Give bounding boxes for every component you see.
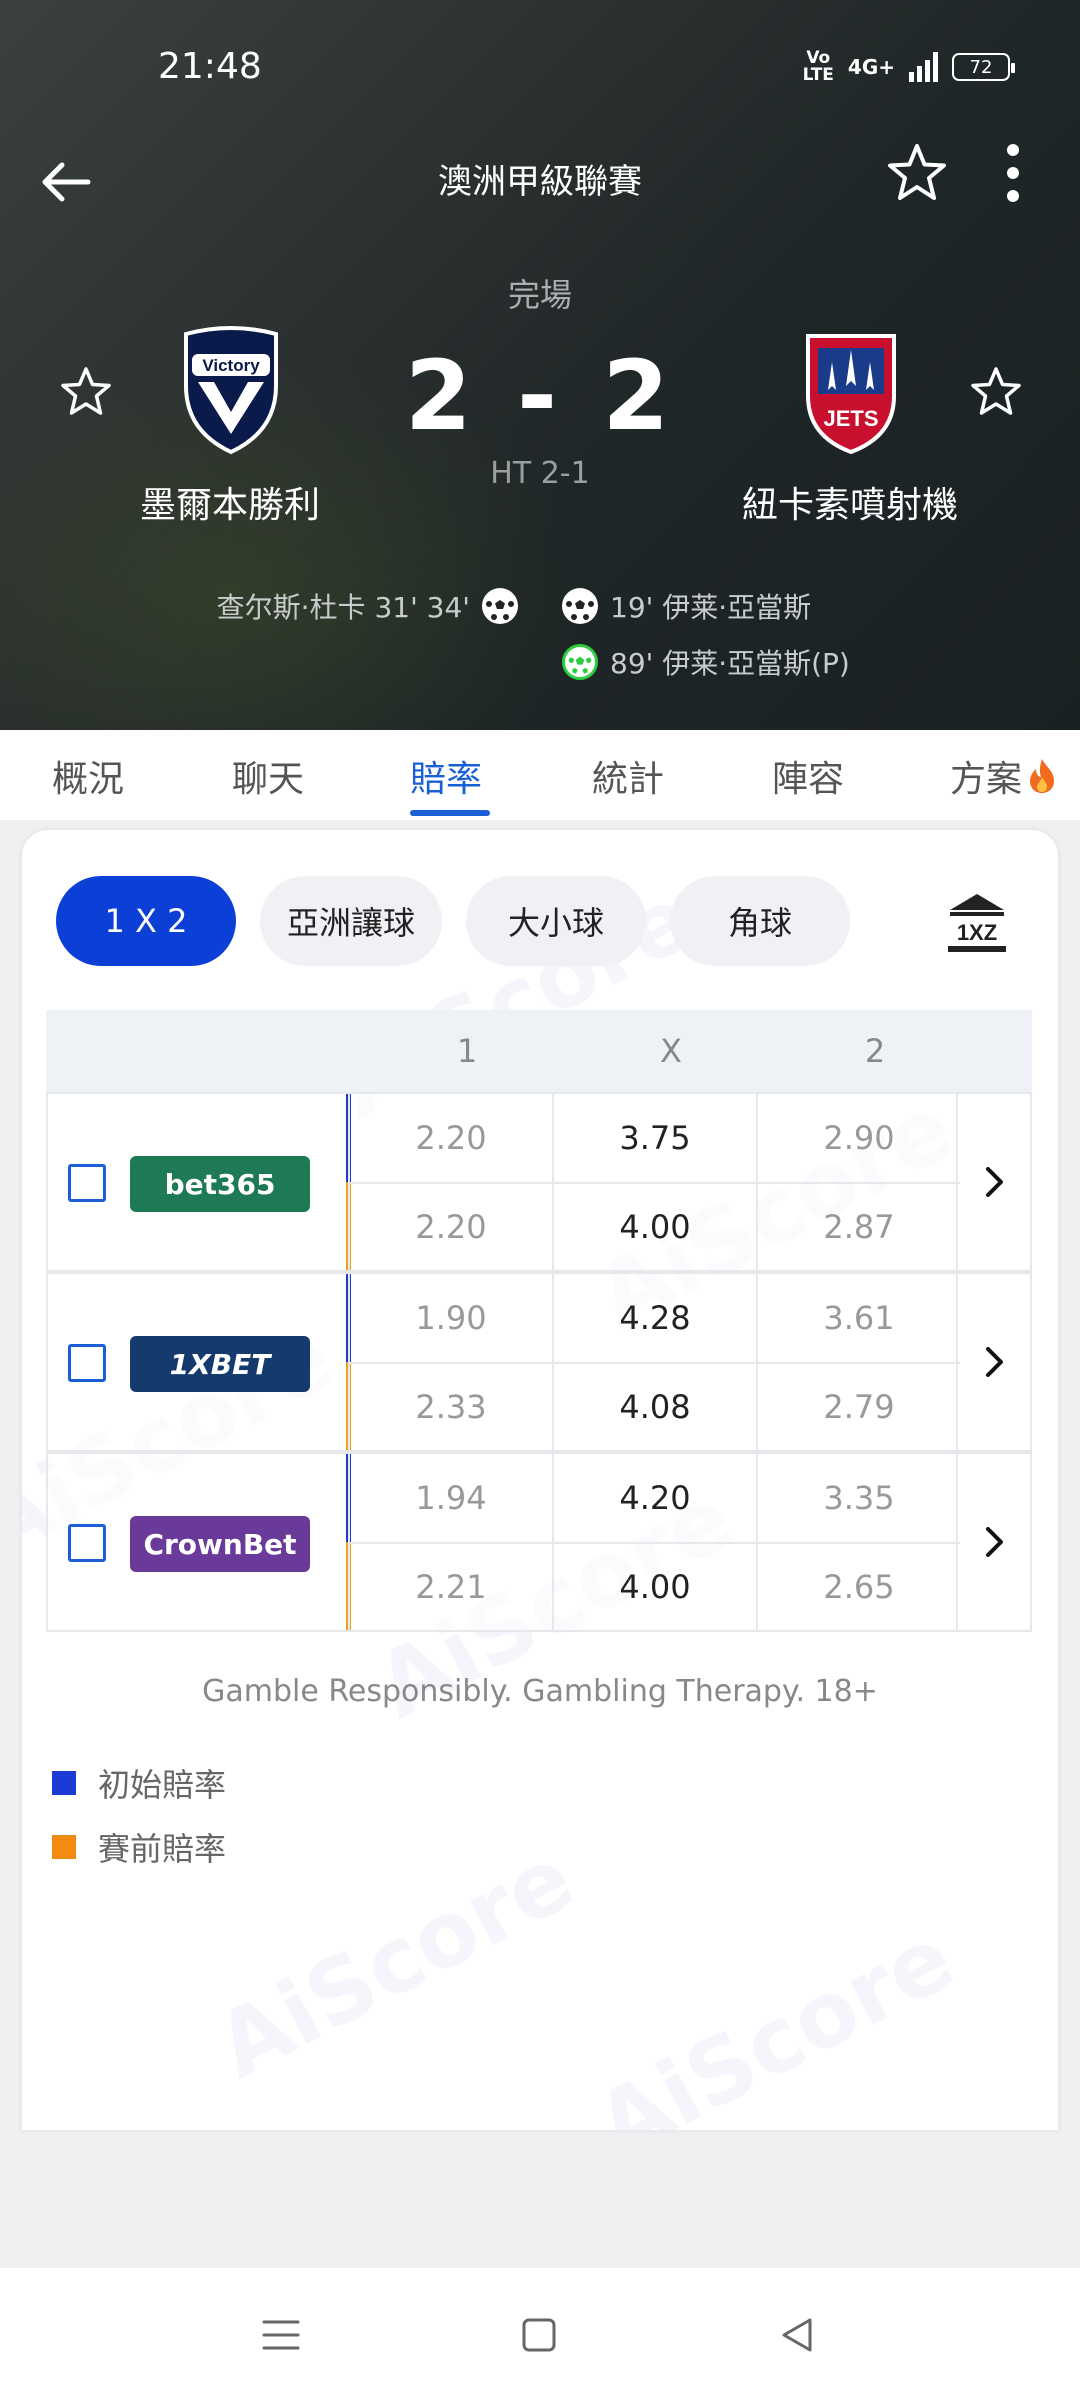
odds-card: AiScore AiScore AiScore AiScore AiScore … (22, 830, 1058, 2130)
odds-cell: 4.00 (552, 1182, 756, 1270)
home-event-text: 查尔斯·杜卡 31' 34' (216, 591, 470, 624)
chevron-right-icon[interactable] (956, 1454, 1032, 1630)
active-tab-indicator (410, 810, 490, 816)
network-label: 4G+ (847, 55, 895, 79)
tab-chat[interactable]: 聊天 (232, 750, 304, 802)
bookmaker-row-crownbet[interactable]: CrownBet 1.94 4.20 3.35 2.21 4.00 2.65 (46, 1452, 1032, 1632)
odds-cell: 3.35 (756, 1454, 960, 1542)
pill-1x2[interactable]: 1 X 2 (56, 876, 236, 966)
away-logo-text: JETS (823, 406, 878, 431)
fire-icon (1030, 759, 1055, 793)
tab-odds[interactable]: 賠率 (410, 750, 482, 802)
away-goal-event: 19' 伊莱·亞當斯 (562, 586, 811, 626)
menu-icon[interactable] (258, 2312, 304, 2358)
odds-cell: 4.00 (552, 1542, 756, 1630)
odds-cell: 4.08 (552, 1362, 756, 1450)
home-goal-event: 查尔斯·杜卡 31' 34' (217, 586, 518, 626)
odds-cell: 1.94 (348, 1454, 552, 1542)
odds-cell: 3.61 (756, 1274, 960, 1362)
legend-orange-square (52, 1835, 76, 1859)
away-team-logo[interactable]: JETS (796, 326, 906, 456)
col-home: 1 (456, 1032, 478, 1070)
battery-icon: 72 (952, 53, 1015, 81)
battery-level: 72 (969, 56, 993, 78)
odds-table-header: 1 X 2 (46, 1010, 1032, 1092)
odds-cell: 2.65 (756, 1542, 960, 1630)
away-team-name[interactable]: 紐卡素噴射機 (690, 476, 1010, 528)
top-app-bar: 澳洲甲級聯賽 (0, 140, 1080, 220)
chevron-right-icon[interactable] (956, 1094, 1032, 1270)
pill-over-under[interactable]: 大小球 (466, 876, 646, 966)
odds-cell: 2.90 (756, 1094, 960, 1182)
odds-cell: 2.79 (756, 1362, 960, 1450)
gambling-disclaimer[interactable]: Gamble Responsibly. Gambling Therapy. 18… (22, 1674, 1058, 1709)
watermark: AiScore (199, 1825, 590, 2100)
odds-cell: 4.28 (552, 1274, 756, 1362)
col-away: 2 (864, 1032, 886, 1070)
legend-pre-match-odds: 賽前賠率 (52, 1824, 226, 1870)
bookmaker-logo-1xbet: 1XBET (130, 1336, 310, 1392)
tab-tips[interactable]: 方案 (950, 750, 1058, 802)
system-navigation-bar (0, 2268, 1080, 2400)
bank-1x2-icon[interactable]: 1XZ (944, 890, 1010, 956)
away-event-text: 19' 伊莱·亞當斯 (610, 591, 812, 624)
soccer-ball-icon (482, 588, 518, 624)
penalty-ball-icon (562, 644, 598, 680)
match-header: 21:48 Vo LTE 4G+ 72 澳洲甲級聯賽 完場 2 - 2 HT 2-… (0, 0, 1080, 730)
back-triangle-icon[interactable] (774, 2312, 820, 2358)
tab-overview[interactable]: 概況 (52, 750, 124, 802)
bookmaker-logo-bet365: bet365 (130, 1156, 310, 1212)
legend-blue-square (52, 1771, 76, 1795)
home-square-icon[interactable] (516, 2312, 562, 2358)
match-tabs: 概況 聊天 賠率 統計 陣容 方案 (0, 730, 1080, 820)
odds-cell: 2.20 (348, 1094, 552, 1182)
away-penalty-event: 89' 伊莱·亞當斯(P) (562, 642, 850, 682)
bookmaker-logo-crownbet: CrownBet (130, 1516, 310, 1572)
legend-label: 初始賠率 (98, 1766, 227, 1804)
favorite-star-icon[interactable] (884, 140, 950, 206)
pill-corners[interactable]: 角球 (670, 876, 850, 966)
tab-tips-label: 方案 (950, 759, 1023, 800)
odds-cell: 2.33 (348, 1362, 552, 1450)
odds-cell: 2.21 (348, 1542, 552, 1630)
pill-asian-handicap[interactable]: 亞洲讓球 (260, 876, 442, 966)
bookmaker-row-1xbet[interactable]: 1XBET 1.90 4.28 3.61 2.33 4.08 2.79 (46, 1272, 1032, 1452)
status-bar: 21:48 Vo LTE 4G+ 72 (0, 40, 1080, 100)
legend-label: 賽前賠率 (98, 1830, 227, 1868)
tab-lineup[interactable]: 陣容 (772, 750, 844, 802)
svg-text:1XZ: 1XZ (957, 920, 997, 945)
home-team-name[interactable]: 墨爾本勝利 (70, 476, 390, 528)
odds-cell: 3.75 (552, 1094, 756, 1182)
match-score: 2 - 2 (404, 340, 676, 452)
away-event-text: 89' 伊莱·亞當斯(P) (610, 647, 850, 680)
signal-icon (909, 52, 938, 82)
odds-cell: 2.87 (756, 1182, 960, 1270)
volte-icon: Vo LTE (802, 48, 834, 85)
chevron-right-icon[interactable] (956, 1274, 1032, 1450)
col-draw: X (660, 1032, 682, 1070)
odds-cell: 1.90 (348, 1274, 552, 1362)
home-favorite-star-icon[interactable] (58, 364, 114, 420)
status-time: 21:48 (158, 46, 262, 87)
home-team-logo[interactable]: Victory (176, 326, 286, 456)
more-options-icon[interactable] (998, 140, 1028, 206)
status-icons: Vo LTE 4G+ 72 (802, 48, 1015, 85)
bookmaker-checkbox[interactable] (68, 1164, 106, 1202)
odds-cell: 4.20 (552, 1454, 756, 1542)
legend-initial-odds: 初始賠率 (52, 1760, 226, 1806)
bookmaker-checkbox[interactable] (68, 1344, 106, 1382)
match-status: 完場 (507, 276, 572, 314)
bookmaker-checkbox[interactable] (68, 1524, 106, 1562)
watermark: AiScore (579, 1905, 970, 2130)
home-logo-text: Victory (202, 356, 260, 375)
tab-stats[interactable]: 統計 (592, 750, 664, 802)
odds-cell: 2.20 (348, 1182, 552, 1270)
soccer-ball-icon (562, 588, 598, 624)
away-favorite-star-icon[interactable] (968, 364, 1024, 420)
bookmaker-row-bet365[interactable]: bet365 2.20 3.75 2.90 2.20 4.00 2.87 (46, 1092, 1032, 1272)
